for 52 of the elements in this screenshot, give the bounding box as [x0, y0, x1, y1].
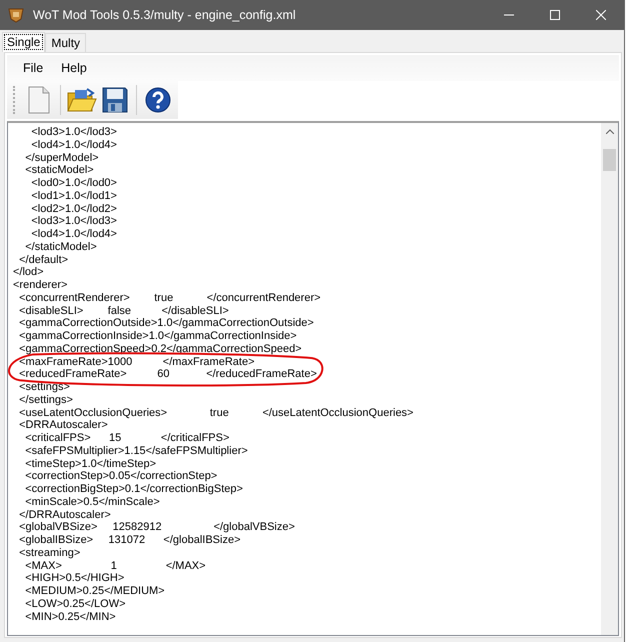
code-line: <MAX> 1 </MAX> [24, 560, 207, 572]
code-line: <disableSLI> false </disableSLI> [18, 304, 230, 318]
window-title: WoT Mod Tools 0.5.3/multy - engine_config.xml [33, 8, 297, 22]
maximize-icon[interactable] [550, 10, 560, 20]
code-line: <gammaCorrectionInside>1.0</gammaCorrectionInside> [18, 330, 298, 343]
code-line: <MIN>0.25</MIN> [24, 610, 117, 624]
scrollbar[interactable] [601, 123, 618, 635]
open-folder-icon[interactable] [67, 87, 97, 113]
blank-page-icon[interactable] [28, 86, 50, 114]
code-line: </superModel> [24, 152, 100, 164]
code-line: <lod3>1.0</lod3> [30, 215, 118, 228]
code-line: </DRRAutoscaler> [18, 508, 112, 522]
code-line: <lod2>1.0</lod2> [30, 202, 118, 216]
code-line: <lod0>1.0</lod0> [30, 177, 118, 190]
code-line: <staticModel> [24, 164, 95, 177]
code-line: <minScale>0.5</minScale> [24, 496, 161, 508]
code-line: <correctionBigStep>0.1</correctionBigStep> [24, 483, 244, 496]
code-line: <lod1>1.0</lod1> [30, 190, 118, 202]
code-line: <settings> [18, 381, 71, 394]
code-line: <renderer> [13, 279, 68, 292]
code-line: </staticModel> [24, 240, 98, 254]
tab[interactable]: Multy [45, 33, 86, 52]
code-line: </default> [18, 254, 70, 266]
code-line: <concurrentRenderer> true </concurrentRenderer> [18, 292, 322, 304]
code-line: <lod4>1.0</lod4> [30, 138, 118, 152]
code-line: <correctionStep>0.05</correctionStep> [24, 470, 218, 483]
code-line: <LOW>0.25</LOW> [24, 598, 126, 610]
code-line: <globalVBSize> 12582912 </globalVBSize> [18, 521, 296, 534]
code-line: <safeFPSMultiplier>1.15</safeFPSMultiplier> [24, 444, 249, 458]
code-line: <useLatentOcclusionQueries> true </useLatentOcclusionQueries> [18, 406, 414, 420]
scrollbar-thumb[interactable] [603, 149, 616, 171]
menu-item[interactable]: File [13, 61, 52, 75]
menu-item[interactable]: Help [51, 61, 95, 75]
help-icon[interactable] [145, 87, 171, 113]
code-line: <timeStep>1.0</timeStep> [24, 458, 158, 470]
code-line: <HIGH>0.5</HIGH> [24, 572, 126, 585]
code-line: <MEDIUM>0.25</MEDIUM> [24, 585, 166, 598]
code-line: <lod4>1.0</lod4> [30, 228, 118, 241]
code-line: <gammaCorrectionOutside>1.0</gammaCorrectionOutside> [18, 317, 315, 330]
app-logo-icon [8, 7, 24, 23]
code-line: </lod> [13, 266, 45, 279]
code-line: <lod3>1.0</lod3> [30, 126, 118, 139]
code-line: <maxFrameRate>1000 </maxFrameRate> [18, 356, 256, 368]
code-line: <reducedFrameRate> 60 </reducedFrameRate> [18, 368, 317, 381]
code-line: <criticalFPS> 15 </criticalFPS> [24, 432, 230, 445]
close-icon[interactable] [596, 10, 606, 20]
code-line: <streaming> [18, 546, 82, 560]
code-line: <DRRAutoscaler> [18, 419, 109, 432]
code-line: <globalIBSize> 131072 </globalIBSize> [18, 534, 242, 547]
code-line: </settings> [18, 394, 74, 406]
tab[interactable]: Single [2, 32, 46, 52]
code-line: <gammaCorrectionSpeed>0.2</gammaCorrectionSpeed> [18, 342, 303, 356]
